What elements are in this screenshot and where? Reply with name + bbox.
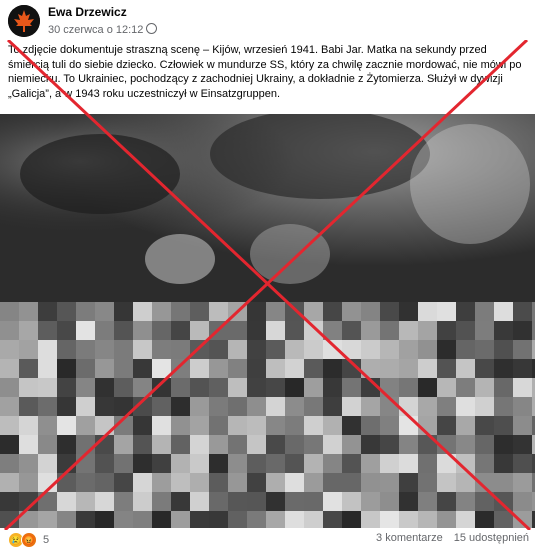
photo-image — [0, 114, 535, 528]
shares-count[interactable]: 15 udostępnień — [454, 532, 529, 544]
engagement-counts: 3 komentarze 15 udostępnień — [368, 532, 529, 544]
post-date-text[interactable]: 30 czerwca o 12:12 — [48, 24, 143, 36]
comments-count[interactable]: 3 komentarze — [376, 532, 443, 544]
post-footer: 😢 😡 5 3 komentarze 15 udostępnień — [0, 528, 535, 550]
reactions-summary[interactable]: 😢 😡 5 — [8, 532, 49, 548]
globe-icon — [146, 23, 158, 34]
post-photo[interactable] — [0, 114, 535, 528]
avatar[interactable] — [8, 5, 40, 37]
author-name[interactable]: Ewa Drzewicz — [48, 5, 127, 19]
post-caption: To zdjęcie dokumentuje straszną scenę – … — [8, 44, 522, 100]
reaction-count[interactable]: 5 — [43, 534, 49, 546]
angry-reaction-icon: 😡 — [21, 532, 37, 548]
maple-leaf-icon — [8, 5, 40, 37]
post-date[interactable]: 30 czerwca o 12:12 — [48, 23, 158, 36]
facebook-post: Ewa Drzewicz 30 czerwca o 12:12 To zdjęc… — [0, 0, 535, 550]
pixelated-area — [0, 302, 535, 528]
post-header: Ewa Drzewicz 30 czerwca o 12:12 — [8, 3, 528, 39]
